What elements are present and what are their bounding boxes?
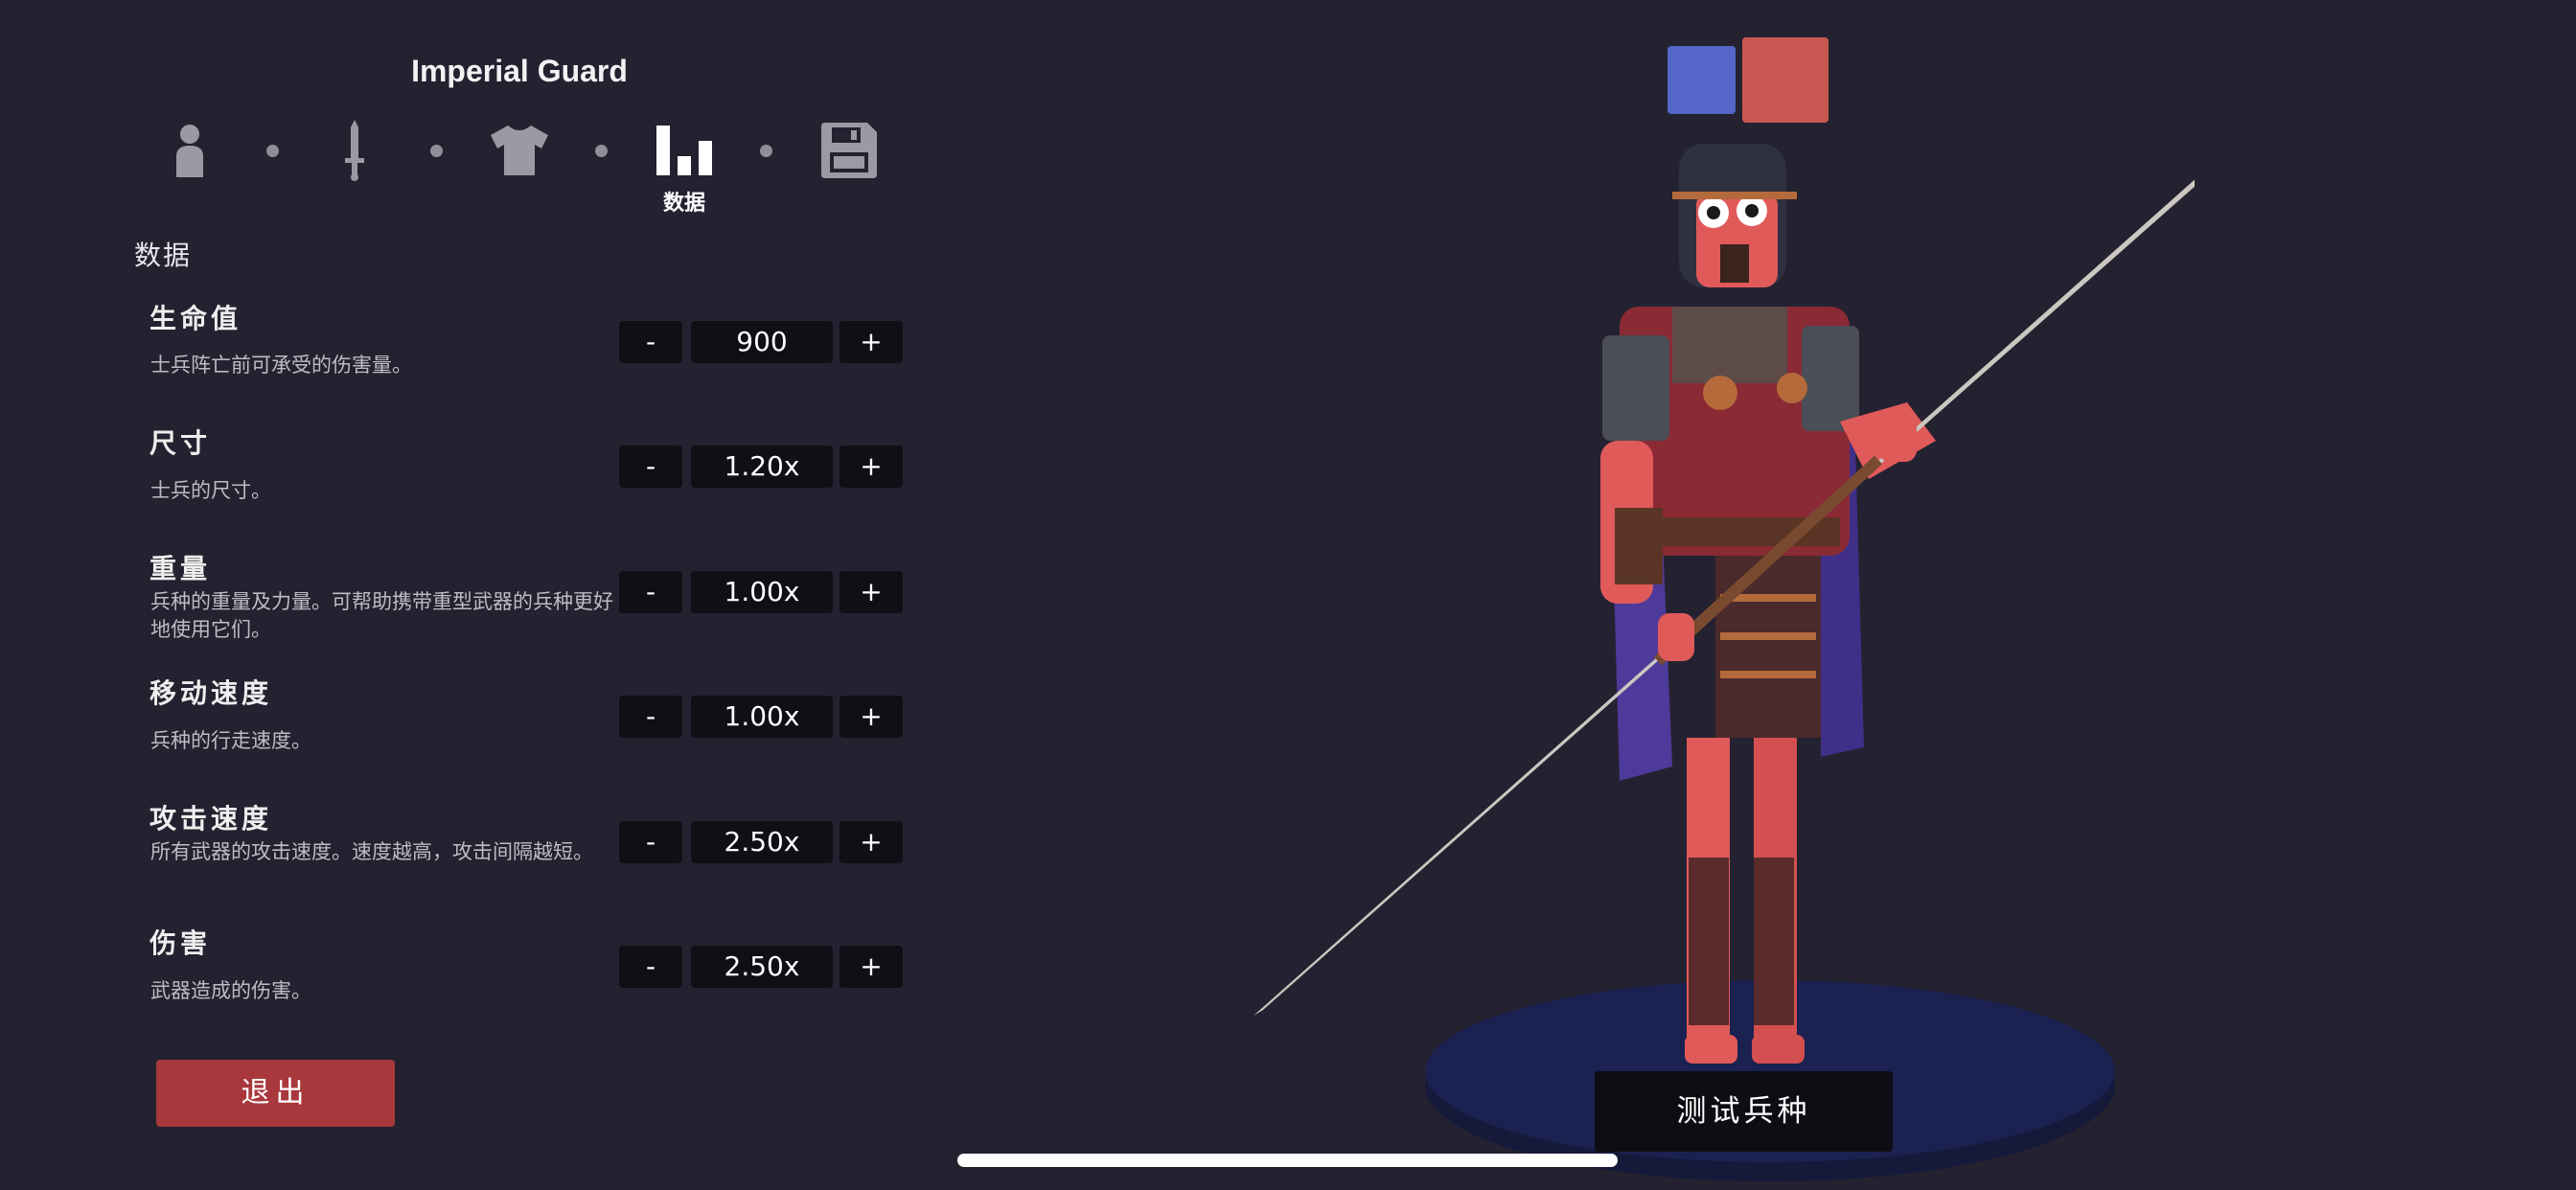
sword-icon: [345, 120, 364, 181]
size-increase-button[interactable]: +: [840, 446, 903, 488]
step-separator: [595, 145, 608, 157]
mass-value: 1.00x: [691, 571, 833, 613]
tab-weapons[interactable]: [321, 117, 388, 184]
health-value: 900: [691, 321, 833, 363]
stats-icon: [656, 126, 712, 175]
mass-decrease-button[interactable]: -: [619, 571, 682, 613]
tab-save[interactable]: [816, 117, 883, 184]
movement-speed-decrease-button[interactable]: -: [619, 696, 682, 738]
tab-stats[interactable]: [651, 117, 718, 184]
stat-name: 移动速度: [150, 677, 273, 709]
tab-appearance[interactable]: [156, 117, 223, 184]
mass-increase-button[interactable]: +: [840, 571, 903, 613]
stat-description: 兵种的行走速度。: [150, 729, 311, 752]
stat-name: 攻击速度: [150, 803, 273, 835]
health-increase-button[interactable]: +: [840, 321, 903, 363]
active-tab-label: 数据: [662, 192, 705, 216]
size-value: 1.20x: [691, 446, 833, 488]
stat-description: 士兵的尺寸。: [150, 479, 271, 502]
size-decrease-button[interactable]: -: [619, 446, 682, 488]
health-decrease-button[interactable]: -: [619, 321, 682, 363]
unit-title: Imperial Guard: [411, 54, 628, 88]
damage-increase-button[interactable]: +: [840, 946, 903, 988]
stat-description: 兵种的重量及力量。可帮助携带重型武器的兵种更好地使用它们。: [150, 590, 613, 641]
tab-clothing[interactable]: [486, 117, 553, 184]
step-separator: [760, 145, 772, 157]
stat-description: 士兵阵亡前可承受的伤害量。: [150, 354, 412, 377]
person-icon: [176, 125, 203, 177]
shirt-icon: [491, 126, 548, 175]
stat-description: 武器造成的伤害。: [150, 979, 311, 1002]
stat-name: 尺寸: [150, 427, 212, 459]
stat-name: 伤害: [150, 927, 212, 959]
step-separator: [430, 145, 443, 157]
section-title: 数据: [134, 240, 193, 271]
stat-name: 重量: [150, 553, 212, 584]
damage-value: 2.50x: [691, 946, 833, 988]
save-icon: [821, 123, 877, 178]
stat-name: 生命值: [150, 303, 242, 334]
attack-speed-increase-button[interactable]: +: [840, 821, 903, 863]
home-indicator[interactable]: [957, 1154, 1618, 1167]
stat-description: 所有武器的攻击速度。速度越高，攻击间隔越短。: [150, 840, 593, 863]
unit-preview-model: [1254, 144, 2195, 1181]
movement-speed-increase-button[interactable]: +: [840, 696, 903, 738]
damage-decrease-button[interactable]: -: [619, 946, 682, 988]
test-unit-button[interactable]: 测试兵种: [1595, 1071, 1893, 1152]
movement-speed-value: 1.00x: [691, 696, 833, 738]
attack-speed-value: 2.50x: [691, 821, 833, 863]
exit-button[interactable]: 退出: [156, 1060, 395, 1127]
attack-speed-decrease-button[interactable]: -: [619, 821, 682, 863]
step-separator: [266, 145, 279, 157]
